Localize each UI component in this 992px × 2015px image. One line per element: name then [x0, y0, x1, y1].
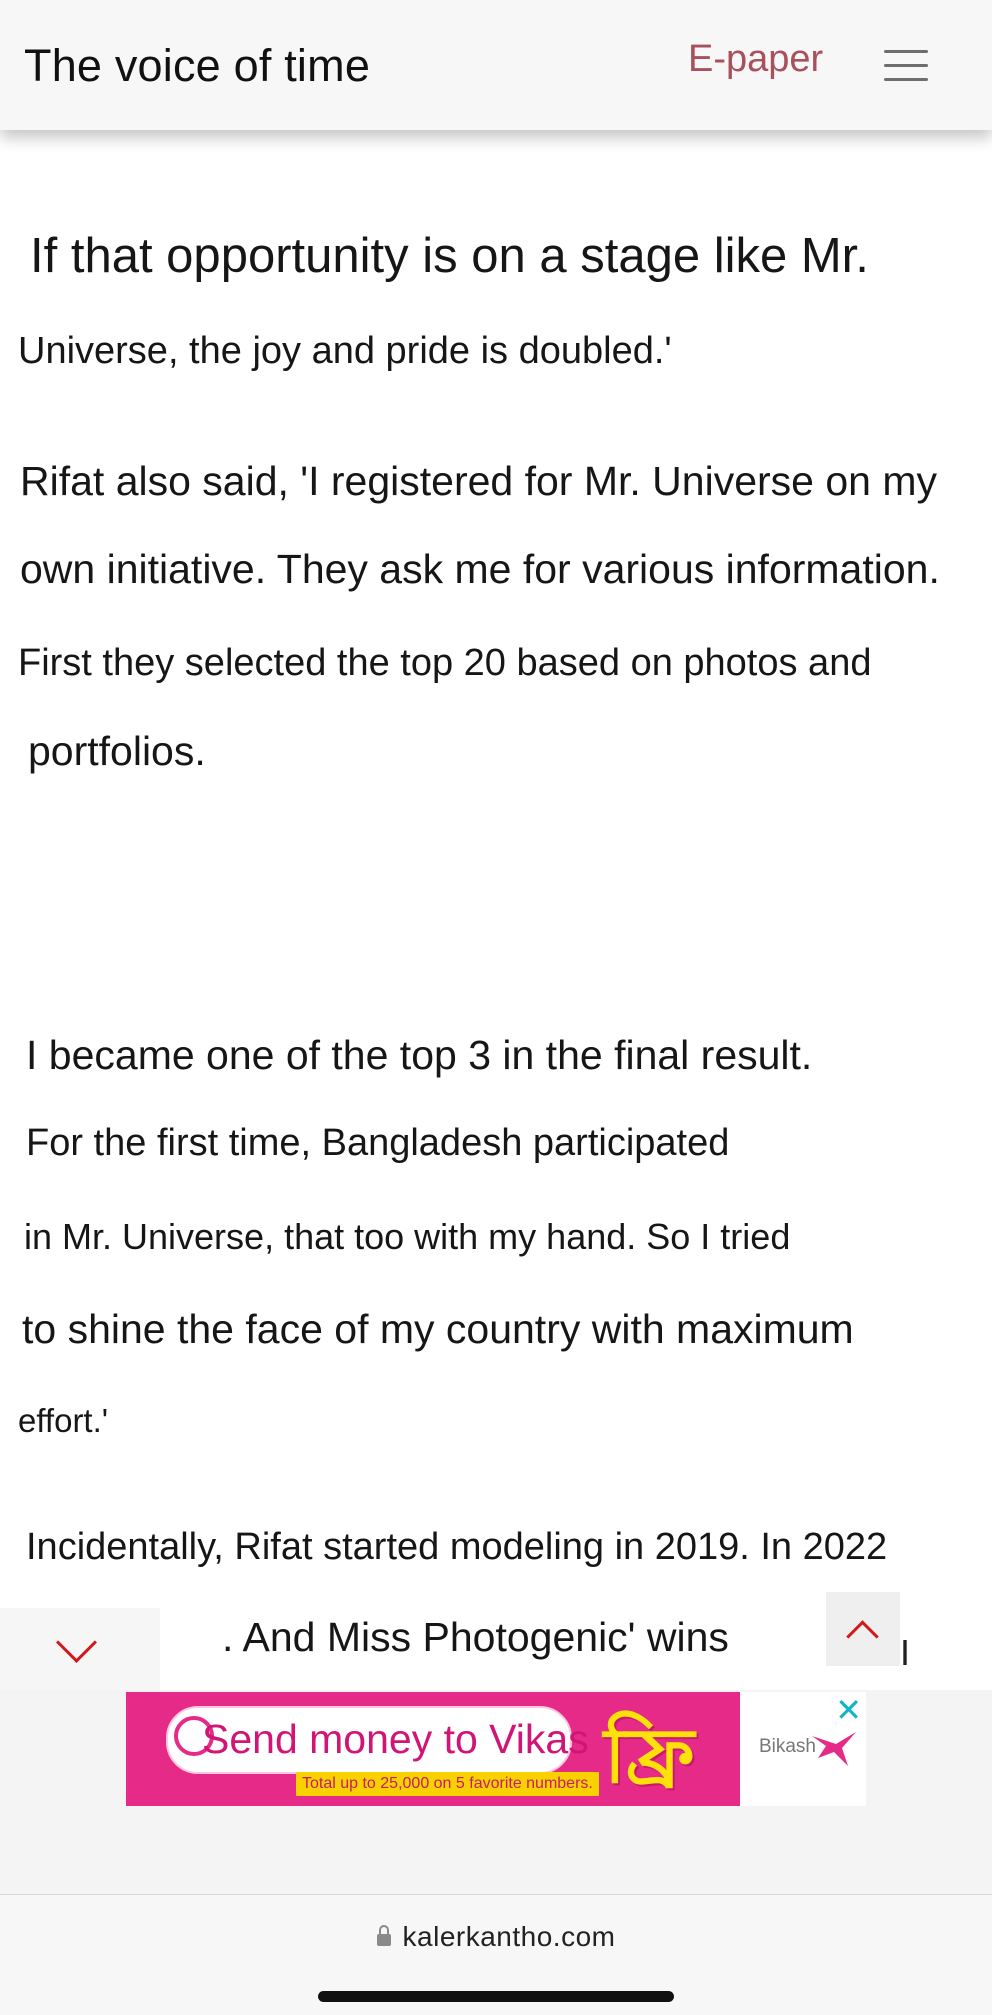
epaper-link[interactable]: E-paper [688, 38, 823, 81]
url-text: kalerkantho.com [402, 1921, 616, 1952]
article-line: portfolios. [28, 728, 206, 774]
article-line: I became one of the top 3 in the final r… [26, 1032, 813, 1078]
home-indicator[interactable] [318, 1991, 674, 2002]
lock-icon [376, 1925, 391, 1946]
chevron-up-icon [846, 1620, 879, 1653]
chevron-down-icon [55, 1621, 98, 1664]
ad-headline: Send money to Vikas [202, 1716, 589, 1762]
menu-bar [884, 50, 928, 53]
article-line: If that opportunity is on a stage like M… [30, 229, 869, 283]
article-line: First they selected the top 20 based on … [18, 642, 872, 684]
hamburger-menu-icon[interactable] [880, 44, 932, 84]
ad-banner[interactable]: Send money to Vikas ফ্রি Total up to 25,… [126, 1692, 866, 1806]
scroll-to-top-button[interactable] [826, 1592, 900, 1666]
ad-fineprint: Total up to 25,000 on 5 favorite numbers… [296, 1772, 599, 1796]
article-line: to shine the face of my country with max… [22, 1306, 854, 1352]
bird-logo-icon [812, 1732, 856, 1766]
menu-bar [884, 78, 928, 81]
article-line: Rifat also said, 'I registered for Mr. U… [20, 458, 937, 504]
article-line: Universe, the joy and pride is doubled.' [18, 330, 672, 372]
site-header: The voice of time E-paper [0, 0, 992, 130]
article-line: own initiative. They ask me for various … [20, 546, 940, 592]
article-line: . And Miss Photogenic' wins [222, 1614, 729, 1660]
site-title[interactable]: The voice of time [24, 40, 370, 92]
browser-address-bar: kalerkantho.com [0, 1894, 992, 2015]
ad-close-icon[interactable]: ✕ [835, 1694, 862, 1726]
text-cursor-icon: I [900, 1632, 911, 1673]
article-line: effort.' [18, 1402, 109, 1439]
url-field[interactable]: kalerkantho.com [0, 1921, 992, 1953]
scroll-down-button[interactable] [0, 1608, 160, 1690]
menu-bar [884, 64, 928, 67]
article-line: Incidentally, Rifat started modeling in … [26, 1526, 888, 1568]
ad-free-text: ফ্রি [604, 1711, 695, 1800]
ad-brand-panel: Bikash ✕ [740, 1692, 866, 1806]
ad-brand-name: Bikash [758, 1736, 816, 1757]
article-line: For the first time, Bangladesh participa… [26, 1122, 730, 1164]
article-line: in Mr. Universe, that too with my hand. … [24, 1216, 791, 1257]
